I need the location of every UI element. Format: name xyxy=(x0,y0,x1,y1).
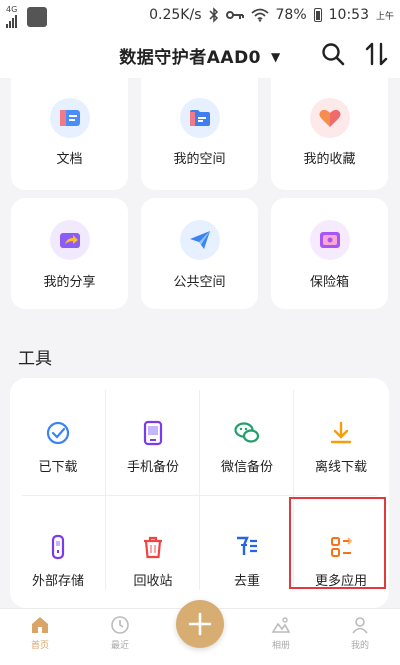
paper-plane-icon xyxy=(180,220,220,260)
clock-time: 10:53 xyxy=(328,7,369,23)
profile-icon xyxy=(352,617,368,634)
share-icon xyxy=(50,220,90,260)
tool-label: 去重 xyxy=(233,574,260,589)
bluetooth-icon xyxy=(208,7,218,23)
nav-album[interactable]: 相册 xyxy=(251,615,311,651)
tile-label: 保险箱 xyxy=(309,275,349,290)
tile-label: 我的空间 xyxy=(173,152,226,167)
wifi-icon xyxy=(250,8,269,22)
nav-label: 相册 xyxy=(271,641,290,651)
tile-my-share[interactable]: 我的分享 xyxy=(11,198,128,309)
dropdown-caret-icon: ▼ xyxy=(271,50,281,64)
nav-home[interactable]: 首页 xyxy=(10,615,70,651)
clock-ampm: 上午 xyxy=(375,11,394,22)
network-type: 4G xyxy=(6,5,18,14)
document-icon xyxy=(50,98,90,138)
tile-label: 我的收藏 xyxy=(303,152,356,167)
heart-icon xyxy=(310,98,350,138)
tile-safe[interactable]: 保险箱 xyxy=(271,198,388,309)
tool-dedupe[interactable]: 去重 xyxy=(200,497,294,602)
clock-icon xyxy=(111,616,129,634)
folder-icon xyxy=(180,98,220,138)
recycle-bin-icon xyxy=(144,536,162,559)
nav-label: 我的 xyxy=(350,641,369,651)
offline-download-icon xyxy=(330,421,352,444)
tool-label: 外部存储 xyxy=(31,574,84,589)
tool-label: 微信备份 xyxy=(220,460,273,475)
tool-label: 离线下载 xyxy=(314,460,367,475)
search-icon[interactable] xyxy=(320,41,346,67)
usb-storage-icon xyxy=(51,534,65,560)
section-title-tools: 工具 xyxy=(18,349,52,369)
nav-recent[interactable]: 最近 xyxy=(90,615,150,651)
tile-my-space[interactable]: 我的空间 xyxy=(141,74,258,190)
tile-label: 我的分享 xyxy=(43,275,96,290)
nav-profile[interactable]: 我的 xyxy=(330,615,390,651)
signal-bars-icon xyxy=(6,14,17,28)
downloaded-icon xyxy=(46,421,70,445)
tile-label: 公共空间 xyxy=(173,275,226,290)
tool-external-storage[interactable]: 外部存储 xyxy=(11,497,105,602)
sort-icon[interactable] xyxy=(364,41,390,67)
tool-wechat-backup[interactable]: 微信备份 xyxy=(200,383,294,488)
wechat-icon xyxy=(234,422,260,443)
page-title: 数据守护者AAD0 xyxy=(119,48,262,68)
tool-label: 回收站 xyxy=(133,574,173,589)
phone-backup-icon xyxy=(143,420,163,446)
album-icon xyxy=(271,617,291,633)
tile-favorites[interactable]: 我的收藏 xyxy=(271,74,388,190)
status-bar: 4G 0.25K/s 78% 10:53 上午 xyxy=(0,0,400,32)
tool-label: 手机备份 xyxy=(126,460,179,475)
battery-percent: 78% xyxy=(275,7,307,23)
tool-label: 已下载 xyxy=(38,460,78,475)
signal-indicator: 4G xyxy=(6,6,17,28)
safe-icon xyxy=(310,220,350,260)
dedupe-icon xyxy=(237,536,257,555)
tool-phone-backup[interactable]: 手机备份 xyxy=(106,383,200,488)
network-speed: 0.25K/s xyxy=(149,7,202,23)
add-button[interactable] xyxy=(176,600,224,648)
divider xyxy=(22,495,377,496)
battery-icon xyxy=(313,8,322,22)
highlight-box xyxy=(289,497,386,589)
tile-documents[interactable]: 文档 xyxy=(11,74,128,190)
tool-offline-download[interactable]: 离线下载 xyxy=(294,383,388,488)
nav-label: 最近 xyxy=(110,641,129,651)
nav-label: 首页 xyxy=(30,641,49,651)
key-icon xyxy=(225,11,244,19)
plus-icon xyxy=(188,612,212,636)
tile-label: 文档 xyxy=(56,152,83,167)
tool-recycle-bin[interactable]: 回收站 xyxy=(106,497,200,602)
tile-public-space[interactable]: 公共空间 xyxy=(141,198,258,309)
notification-app-icon xyxy=(27,7,48,27)
app-header: 数据守护者AAD0 ▼ xyxy=(0,32,400,78)
tool-downloaded[interactable]: 已下载 xyxy=(11,383,105,488)
home-icon xyxy=(32,617,48,633)
